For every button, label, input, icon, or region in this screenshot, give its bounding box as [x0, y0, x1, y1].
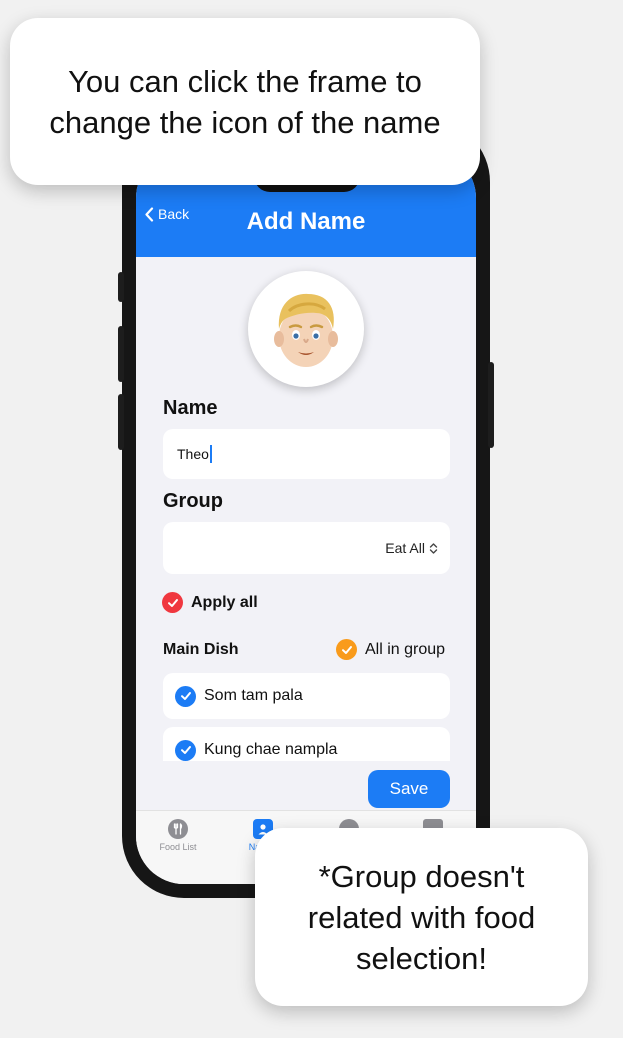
food-list[interactable]: Som tam pala Kung chae nampla	[136, 665, 476, 761]
checkmark-circle-icon	[336, 639, 357, 660]
callout-top-line: You can click the frame to	[68, 63, 422, 99]
blond-man-emoji-icon	[274, 293, 338, 367]
apply-all-toggle[interactable]: Apply all	[162, 592, 258, 613]
callout-bottom: *Group doesn't related with food selecti…	[255, 828, 588, 1006]
name-label: Name	[163, 397, 218, 419]
power-button	[488, 362, 494, 448]
group-picker[interactable]: Eat All	[163, 522, 450, 574]
apply-all-label: Apply all	[191, 593, 258, 611]
checkmark-circle-icon	[162, 592, 183, 613]
name-input[interactable]: Theo	[163, 429, 450, 479]
callout-bottom-line: *Group doesn't	[318, 858, 525, 894]
tab-label: Food List	[159, 842, 197, 852]
page-title: Add Name	[246, 208, 366, 235]
chevron-up-down-icon	[429, 542, 438, 554]
list-item[interactable]: Som tam pala	[163, 673, 450, 719]
volume-up-button	[118, 326, 124, 382]
callout-bottom-line: selection!	[356, 940, 487, 976]
food-label: Kung chae nampla	[204, 741, 338, 758]
group-value: Eat All	[385, 540, 425, 556]
text-cursor	[209, 445, 212, 463]
food-label: Som tam pala	[204, 687, 303, 704]
mute-switch	[118, 272, 124, 302]
name-value: Theo	[177, 446, 209, 462]
callout-top-line: change the icon of the name	[49, 104, 441, 140]
tab-food-list[interactable]: Food List	[143, 819, 213, 852]
all-in-group-label: All in group	[365, 640, 446, 658]
phone-screen: Back Add Name Name Theo Group Eat All Ap…	[136, 150, 476, 884]
checkmark-circle-icon	[175, 685, 196, 707]
avatar-frame[interactable]	[248, 271, 364, 387]
volume-down-button	[118, 394, 124, 450]
checkmark-circle-icon	[175, 739, 196, 761]
save-button[interactable]: Save	[368, 770, 450, 808]
callout-bottom-line: related with food	[307, 899, 536, 935]
group-label: Group	[163, 490, 223, 512]
all-in-group-toggle[interactable]: All in group	[336, 639, 445, 660]
fork-knife-icon	[168, 819, 188, 839]
section-title: Main Dish	[163, 641, 239, 658]
callout-top: You can click the frame to change the ic…	[10, 18, 480, 185]
list-item[interactable]: Kung chae nampla	[163, 727, 450, 761]
